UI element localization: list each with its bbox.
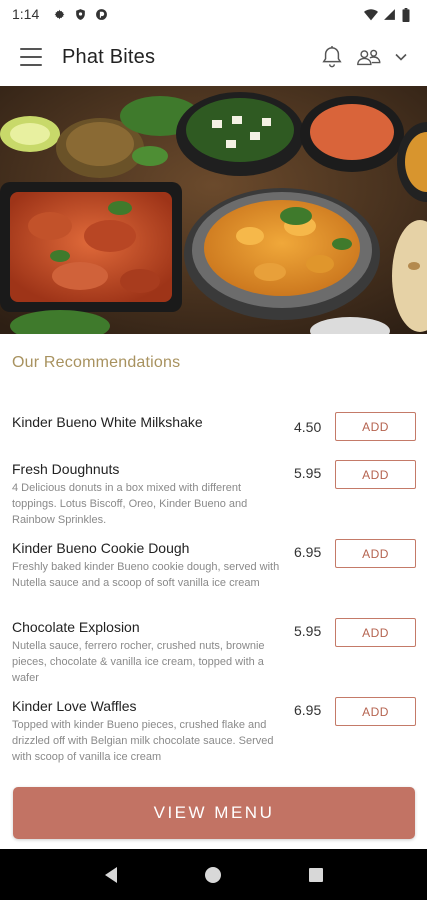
item-description: Topped with kinder Bueno pieces, crushed… (12, 719, 274, 763)
item-name: Fresh Doughnuts (12, 461, 120, 477)
status-bar: 1:14 (0, 0, 427, 28)
app-bar: Phat Bites (0, 28, 427, 86)
recommendation-list: Kinder Bueno White Milkshake 4.50 ADD Fr… (0, 400, 427, 776)
gear-icon (53, 8, 66, 21)
food-banner-image (0, 86, 427, 334)
section-title: Our Recommendations (12, 354, 181, 371)
item-description: Freshly baked kinder Bueno cookie dough,… (12, 561, 280, 589)
item-name: Kinder Bueno Cookie Dough (12, 540, 190, 556)
status-icons-left (53, 8, 108, 21)
item-name: Chocolate Explosion (12, 619, 140, 635)
item-price: 5.95 (294, 623, 322, 639)
item-info: Kinder Love Waffles Topped with kinder B… (12, 697, 288, 776)
add-button[interactable]: ADD (335, 618, 416, 647)
cell-signal-icon (383, 8, 396, 21)
wifi-icon (364, 8, 378, 21)
shield-icon (74, 8, 87, 21)
item-description: Nutella sauce, ferrero rocher, crushed n… (12, 640, 265, 684)
item-info: Kinder Bueno White Milkshake (12, 400, 288, 460)
item-info: Fresh Doughnuts 4 Delicious donuts in a … (12, 460, 288, 539)
bell-icon[interactable] (321, 45, 343, 69)
list-item: Kinder Bueno Cookie Dough Freshly baked … (0, 539, 427, 618)
item-price: 6.95 (294, 544, 322, 560)
system-nav-bar (0, 849, 427, 900)
list-item: Chocolate Explosion Nutella sauce, ferre… (0, 618, 427, 697)
list-item: Kinder Bueno White Milkshake 4.50 ADD (0, 400, 427, 460)
item-name: Kinder Love Waffles (12, 698, 137, 714)
item-description: 4 Delicious donuts in a box mixed with d… (12, 482, 248, 526)
item-name: Kinder Bueno White Milkshake (12, 414, 203, 430)
back-icon[interactable] (91, 855, 131, 895)
item-price: 4.50 (294, 419, 322, 435)
add-button[interactable]: ADD (335, 412, 416, 441)
home-icon[interactable] (193, 855, 233, 895)
item-info: Kinder Bueno Cookie Dough Freshly baked … (12, 539, 288, 618)
users-icon[interactable] (355, 47, 383, 67)
item-price: 6.95 (294, 702, 322, 718)
app-actions (321, 45, 407, 69)
recents-icon[interactable] (296, 855, 336, 895)
battery-icon (402, 7, 415, 22)
app-title: Phat Bites (62, 45, 156, 68)
item-info: Chocolate Explosion Nutella sauce, ferre… (12, 618, 288, 697)
chevron-down-icon[interactable] (395, 53, 407, 61)
status-time: 1:14 (12, 6, 40, 22)
list-item: Fresh Doughnuts 4 Delicious donuts in a … (0, 460, 427, 539)
item-price: 5.95 (294, 465, 322, 481)
hamburger-icon[interactable] (20, 48, 42, 66)
add-button[interactable]: ADD (335, 697, 416, 726)
add-button[interactable]: ADD (335, 539, 416, 568)
list-item: Kinder Love Waffles Topped with kinder B… (0, 697, 427, 776)
view-menu-button[interactable]: VIEW MENU (13, 787, 415, 839)
data-saver-icon (95, 8, 108, 21)
add-button[interactable]: ADD (335, 460, 416, 489)
status-icons-right (364, 7, 415, 22)
